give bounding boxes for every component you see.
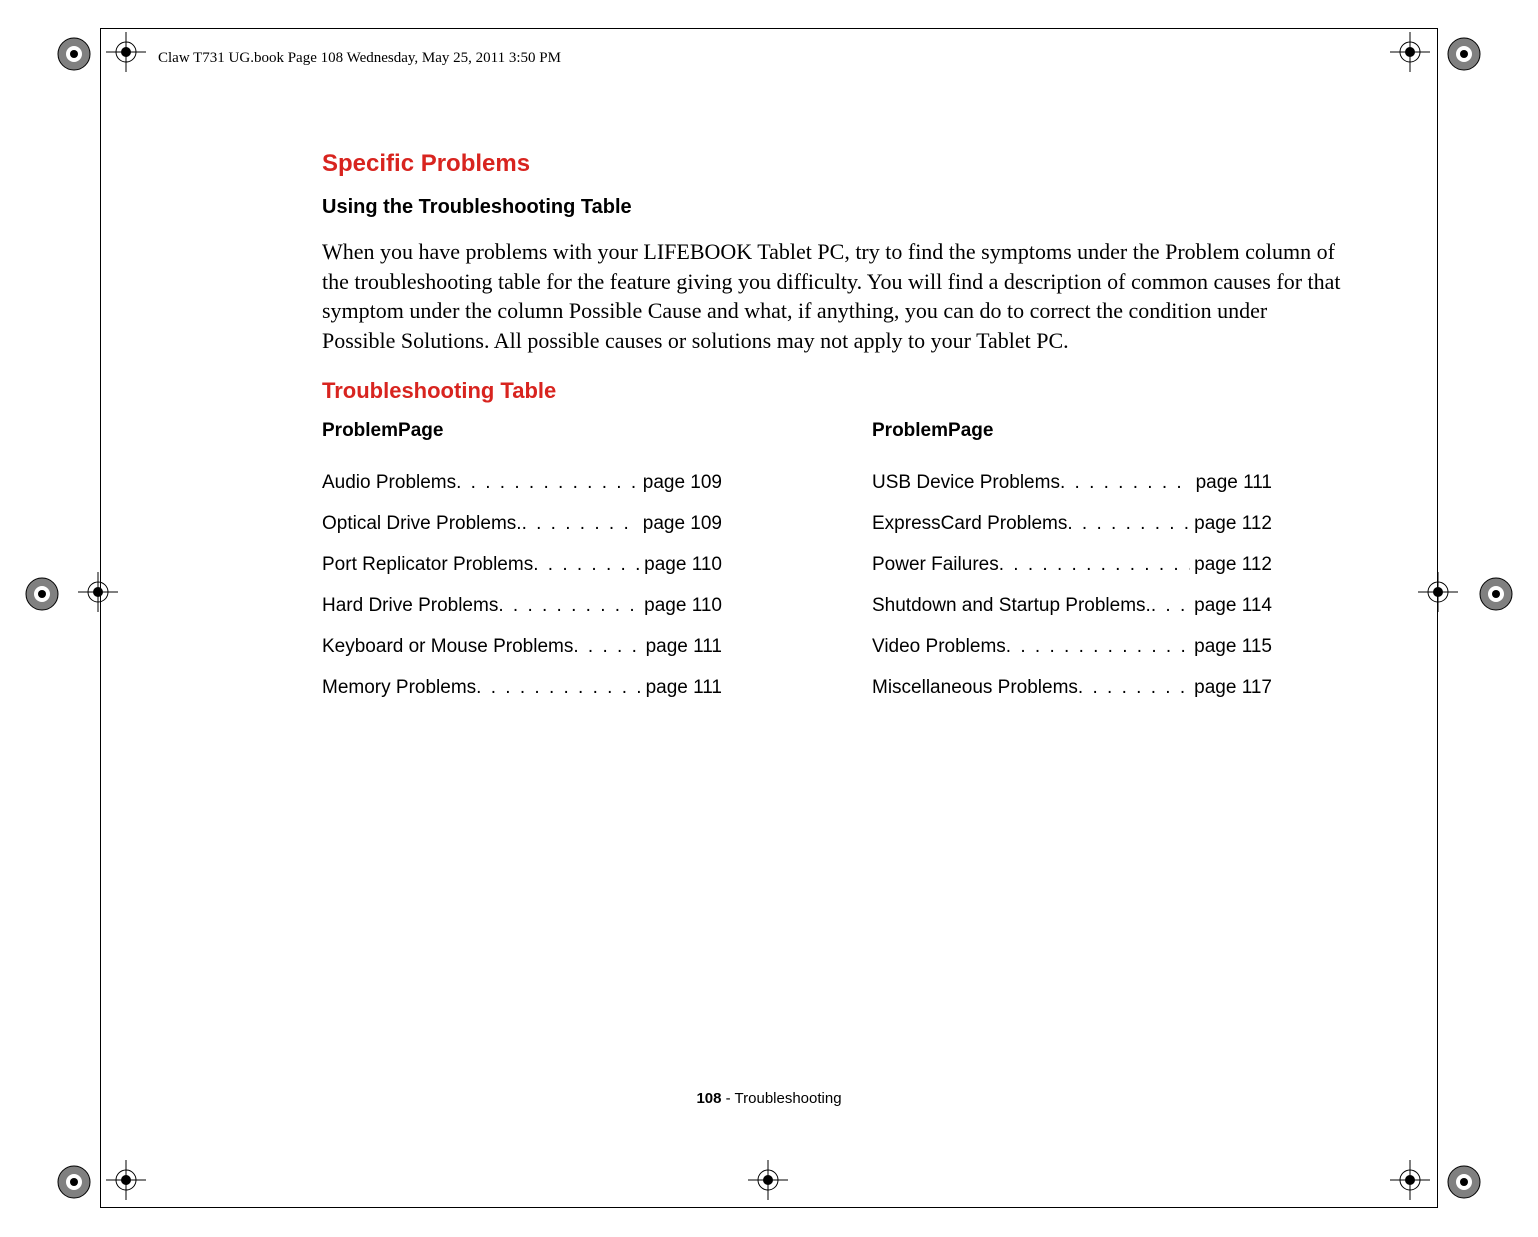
toc-entry-page: page 110 xyxy=(640,595,722,617)
toc-entry: Shutdown and Startup Problems. page 114 xyxy=(872,595,1272,617)
running-header: Claw T731 UG.book Page 108 Wednesday, Ma… xyxy=(158,50,561,67)
toc-entry-page: page 111 xyxy=(1192,472,1272,494)
toc-entry-label: Audio Problems xyxy=(322,472,456,494)
toc-entry: Audio Problems page 109 xyxy=(322,472,722,494)
section-heading: Specific Problems xyxy=(322,150,1342,178)
toc-entry-page: page 112 xyxy=(1190,513,1272,535)
crop-mark-icon xyxy=(78,572,118,612)
subsection-heading: Using the Troubleshooting Table xyxy=(322,196,1342,219)
toc-entry-page: page 112 xyxy=(1190,554,1272,576)
registration-mark-icon xyxy=(56,36,92,72)
table-heading: Troubleshooting Table xyxy=(322,378,1342,404)
crop-mark-icon xyxy=(106,32,146,72)
crop-mark-icon xyxy=(1418,572,1458,612)
toc-entry-label: Shutdown and Startup Problems. xyxy=(872,595,1151,617)
toc-column-header: ProblemPage xyxy=(872,420,1272,442)
toc-entry-label: Port Replicator Problems xyxy=(322,554,533,576)
crop-mark-icon xyxy=(1390,1160,1430,1200)
toc-entry-label: Keyboard or Mouse Problems xyxy=(322,636,573,658)
toc-header-problem: Problem xyxy=(322,420,398,441)
toc-leader-dots xyxy=(522,513,639,535)
toc-entry: Port Replicator Problems page 110 xyxy=(322,554,722,576)
toc-entry-page: page 117 xyxy=(1190,677,1272,699)
toc-entry-label: Optical Drive Problems. xyxy=(322,513,522,535)
toc-entry-label: USB Device Problems xyxy=(872,472,1060,494)
toc-leader-dots xyxy=(1067,513,1190,535)
body-paragraph: When you have problems with your LIFEBOO… xyxy=(322,237,1342,356)
page-content: Specific Problems Using the Troubleshoot… xyxy=(322,150,1342,718)
crop-mark-icon xyxy=(748,1160,788,1200)
toc-entry: Video Problems page 115 xyxy=(872,636,1272,658)
toc-entry: Hard Drive Problems page 110 xyxy=(322,595,722,617)
toc-leader-dots xyxy=(1006,636,1190,658)
toc-entry-page: page 110 xyxy=(640,554,722,576)
toc-entry: Optical Drive Problems. page 109 xyxy=(322,513,722,535)
registration-mark-icon xyxy=(1446,36,1482,72)
toc-entry: USB Device Problems page 111 xyxy=(872,472,1272,494)
toc-leader-dots xyxy=(999,554,1190,576)
toc-entry-label: ExpressCard Problems xyxy=(872,513,1067,535)
toc-entry-page: page 115 xyxy=(1190,636,1272,658)
toc-entry-page: page 109 xyxy=(639,513,722,535)
toc-entry-label: Hard Drive Problems xyxy=(322,595,498,617)
toc-entry-label: Miscellaneous Problems xyxy=(872,677,1078,699)
toc-entry-page: page 111 xyxy=(642,636,722,658)
toc-leader-dots xyxy=(573,636,641,658)
toc-leader-dots xyxy=(1078,677,1190,699)
toc-column-right: ProblemPage USB Device Problems page 111 E… xyxy=(872,420,1272,718)
registration-mark-icon xyxy=(56,1164,92,1200)
registration-mark-icon xyxy=(1478,576,1514,612)
crop-mark-icon xyxy=(1390,32,1430,72)
toc-columns: ProblemPage Audio Problemspage 109Optica… xyxy=(322,420,1342,718)
toc-entry-page: page 111 xyxy=(642,677,722,699)
toc-leader-dots xyxy=(1151,595,1190,617)
toc-entry: Memory Problems page 111 xyxy=(322,677,722,699)
toc-entry-label: Video Problems xyxy=(872,636,1006,658)
toc-leader-dots xyxy=(498,595,640,617)
footer-section-name: - Troubleshooting xyxy=(721,1090,841,1107)
toc-entry-label: Memory Problems xyxy=(322,677,476,699)
toc-header-page: Page xyxy=(948,420,993,441)
page-number: 108 xyxy=(696,1090,721,1107)
page-footer: 108 - Troubleshooting xyxy=(0,1090,1538,1107)
toc-leader-dots xyxy=(476,677,641,699)
toc-entry-label: Power Failures xyxy=(872,554,999,576)
toc-leader-dots xyxy=(533,554,640,576)
toc-column-header: ProblemPage xyxy=(322,420,722,442)
toc-leader-dots xyxy=(1060,472,1192,494)
toc-entry: Keyboard or Mouse Problems page 111 xyxy=(322,636,722,658)
toc-header-page: Page xyxy=(398,420,443,441)
crop-mark-icon xyxy=(106,1160,146,1200)
toc-leader-dots xyxy=(456,472,639,494)
registration-mark-icon xyxy=(1446,1164,1482,1200)
toc-header-problem: Problem xyxy=(872,420,948,441)
toc-entry-page: page 114 xyxy=(1190,595,1272,617)
toc-entry: Miscellaneous Problems page 117 xyxy=(872,677,1272,699)
toc-entry-page: page 109 xyxy=(639,472,722,494)
registration-mark-icon xyxy=(24,576,60,612)
toc-column-left: ProblemPage Audio Problemspage 109Optica… xyxy=(322,420,722,718)
toc-entry: Power Failures page 112 xyxy=(872,554,1272,576)
toc-entry: ExpressCard Problems page 112 xyxy=(872,513,1272,535)
